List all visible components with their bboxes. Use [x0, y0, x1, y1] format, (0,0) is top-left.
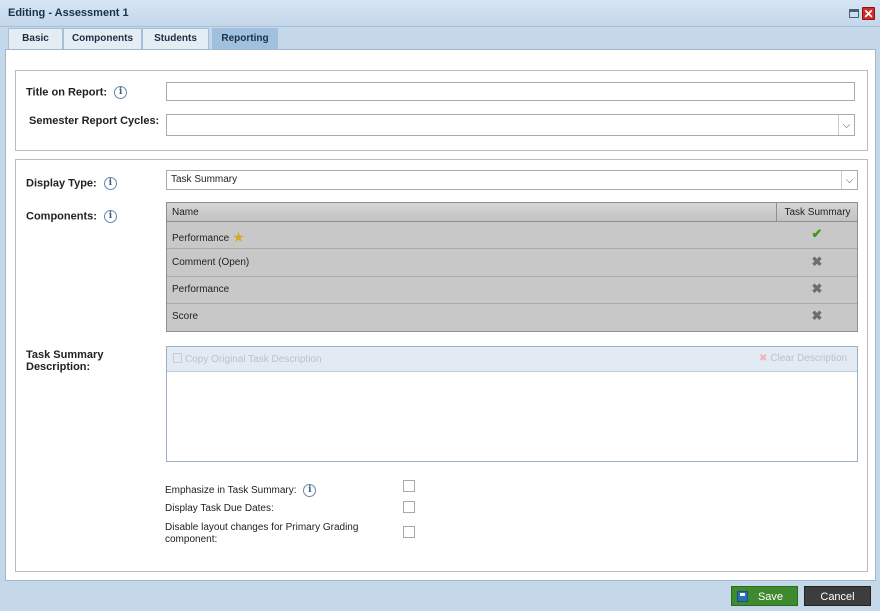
components-grid: Name Task Summary Performance ★ ✔ Comment… — [166, 202, 858, 332]
component-name: Comment (Open) — [172, 257, 250, 268]
cancel-button[interactable]: Cancel — [804, 586, 871, 606]
info-icon[interactable]: i — [103, 177, 117, 190]
tab-reporting[interactable]: Reporting — [212, 28, 278, 49]
tab-components[interactable]: Components — [63, 28, 142, 49]
task-summary-description-editor[interactable]: Copy Original Task Description ✖ Clear De… — [166, 346, 858, 462]
chevron-down-icon[interactable]: ⌵ — [841, 171, 857, 189]
reporting-panel: Title on Report: i Semester Report Cycle… — [5, 49, 876, 581]
info-icon[interactable]: i — [103, 210, 117, 223]
title-on-report-input[interactable] — [166, 82, 855, 101]
task-summary-description-line1: Task Summary — [26, 349, 104, 361]
title-on-report-label: Title on Report: i — [26, 86, 128, 99]
column-header-task-summary[interactable]: Task Summary — [776, 203, 858, 222]
semester-report-cycles-select[interactable]: ⌵ — [166, 114, 855, 136]
due-dates-checkbox[interactable] — [403, 501, 415, 513]
component-name: Score — [172, 311, 199, 322]
save-label: Save — [757, 591, 784, 603]
copy-description-button[interactable]: Copy Original Task Description — [173, 353, 322, 365]
star-icon: ★ — [232, 229, 245, 245]
task-summary-description-label: Task Summary Description: — [26, 349, 103, 373]
info-icon[interactable]: i — [303, 484, 317, 497]
window-titlebar: Editing - Assessment 1 ✕ — [0, 0, 880, 27]
copy-description-label: Copy Original Task Description — [185, 354, 322, 365]
chevron-down-icon[interactable]: ⌵ — [838, 115, 854, 135]
due-dates-label: Display Task Due Dates: — [165, 503, 274, 514]
copy-icon — [173, 353, 182, 363]
emphasize-label: Emphasize in Task Summary: i — [165, 484, 317, 497]
x-icon[interactable]: ✖ — [810, 309, 824, 323]
tab-students[interactable]: Students — [142, 28, 209, 49]
component-name: Performance ★ — [172, 229, 245, 246]
save-button[interactable]: Save — [731, 586, 798, 606]
close-icon[interactable]: ✕ — [862, 7, 875, 21]
report-fieldset: Title on Report: i Semester Report Cycle… — [15, 70, 868, 151]
disable-layout-label: Disable layout changes for Primary Gradi… — [165, 522, 358, 546]
clear-description-label: Clear Description — [770, 353, 848, 364]
components-text: Components: — [26, 210, 97, 223]
checkmark-icon[interactable]: ✔ — [810, 227, 824, 241]
maximize-icon[interactable] — [849, 9, 859, 18]
grid-header: Name Task Summary — [167, 203, 857, 222]
column-header-name[interactable]: Name — [172, 207, 199, 218]
table-row[interactable]: Performance ✖ — [167, 277, 857, 304]
clear-icon: ✖ — [759, 353, 768, 364]
x-icon[interactable]: ✖ — [810, 255, 824, 269]
display-type-value: Task Summary — [171, 174, 238, 185]
table-row[interactable]: Comment (Open) ✖ — [167, 250, 857, 277]
x-icon[interactable]: ✖ — [810, 282, 824, 296]
emphasize-checkbox[interactable] — [403, 480, 415, 492]
table-row[interactable]: Performance ★ ✔ — [167, 222, 857, 249]
disable-layout-line1: Disable layout changes for Primary Gradi… — [165, 522, 359, 533]
emphasize-text: Emphasize in Task Summary: — [165, 485, 297, 497]
window-title: Editing - Assessment 1 — [8, 7, 129, 19]
table-row[interactable]: Score ✖ — [167, 304, 857, 331]
semester-report-cycles-label: Semester Report Cycles: — [29, 115, 160, 127]
disable-layout-line2: component: — [165, 534, 218, 545]
floppy-disk-icon — [737, 591, 748, 602]
disable-layout-checkbox[interactable] — [403, 526, 415, 538]
clear-description-button[interactable]: ✖ Clear Description — [759, 353, 847, 364]
description-toolbar: Copy Original Task Description ✖ Clear De… — [167, 347, 857, 372]
components-label: Components: i — [26, 210, 117, 223]
tab-basic[interactable]: Basic — [8, 28, 63, 49]
component-name: Performance — [172, 284, 230, 295]
display-type-text: Display Type: — [26, 177, 97, 190]
info-icon[interactable]: i — [114, 86, 128, 99]
display-type-label: Display Type: i — [26, 177, 117, 190]
component-name-text: Performance — [172, 233, 230, 244]
display-type-select[interactable]: Task Summary ⌵ — [166, 170, 858, 190]
task-summary-description-line2: Description: — [26, 361, 91, 373]
title-on-report-text: Title on Report: — [26, 86, 108, 99]
